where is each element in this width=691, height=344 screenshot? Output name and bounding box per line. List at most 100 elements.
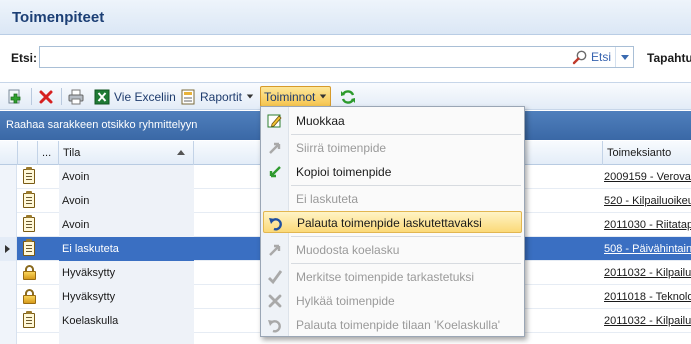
column-header-tila[interactable]: Tila	[59, 141, 194, 165]
menu-item-muodosta-koelasku[interactable]: Muodosta koelasku	[263, 239, 522, 261]
row-toimeksianto-link[interactable]: 2011032 - Kilpailuo	[603, 309, 691, 333]
group-by-hint: Raahaa sarakkeen otsikko ryhmittelyyn	[6, 119, 198, 131]
move-icon	[267, 140, 283, 156]
row-tila: Koelaskulla	[59, 309, 194, 333]
print-button[interactable]	[68, 86, 84, 107]
lock-icon	[23, 289, 36, 304]
column-header-toimeksianto[interactable]: Toimeksianto	[603, 141, 691, 165]
toolbar-separator	[31, 88, 32, 105]
menu-item-muokkaa[interactable]: Muokkaa	[263, 110, 522, 132]
clipboard-icon	[23, 215, 35, 232]
add-icon	[7, 89, 23, 105]
search-button[interactable]: Etsi	[572, 48, 611, 66]
row-toimeksianto-link[interactable]: 2011030 - Riitatap	[603, 213, 691, 237]
actions-menu-button[interactable]: Toiminnot	[260, 86, 332, 107]
edit-icon	[267, 113, 283, 129]
menu-item-label: Muodosta koelasku	[296, 243, 400, 257]
event-filter-label: Tapahtu	[647, 51, 691, 65]
row-indicator[interactable]	[0, 285, 17, 309]
clipboard-icon	[23, 167, 35, 184]
row-tila: Avoin	[59, 213, 194, 237]
header-icon-cell[interactable]	[18, 141, 38, 165]
menu-item-siirra-toimenpide[interactable]: Siirrä toimenpide	[263, 137, 522, 159]
menu-item-merkitse-tarkastetuksi[interactable]: Merkitse toimenpide tarkastetuksi	[263, 266, 522, 288]
search-button-label: Etsi	[590, 50, 611, 64]
row-toimeksianto-link[interactable]: 2011018 - Teknolo	[603, 285, 691, 309]
row-toimeksianto-link[interactable]: 508 - Päivähintain	[603, 237, 691, 261]
window-title: Toimenpiteet	[12, 9, 105, 26]
row-indicator[interactable]	[0, 237, 17, 261]
magnifier-icon	[572, 49, 588, 65]
row-indicator[interactable]	[0, 189, 17, 213]
checkmark-icon	[267, 269, 283, 285]
row-tila: Ei laskuteta	[59, 237, 194, 261]
row-status-icon-cell	[18, 285, 58, 309]
clipboard-icon	[23, 311, 35, 328]
header-indicator-cell	[0, 141, 18, 165]
row-status-icon-cell	[18, 309, 58, 333]
excel-icon	[94, 89, 110, 105]
menu-separator	[291, 263, 521, 264]
menu-item-label: Siirrä toimenpide	[296, 141, 387, 155]
toolbar-separator	[61, 88, 62, 105]
current-row-arrow-icon	[5, 245, 10, 253]
search-row: Etsi: Etsi Tapahtu	[0, 36, 691, 80]
actions-dropdown-menu: Muokkaa Siirrä toimenpide Kopioi toimenp…	[260, 106, 525, 337]
menu-item-label: Muokkaa	[296, 114, 345, 128]
chevron-down-icon	[320, 94, 327, 99]
menu-item-ei-laskuteta[interactable]: Ei laskuteta	[263, 188, 522, 210]
menu-item-kopioi-toimenpide[interactable]: Kopioi toimenpide	[263, 161, 522, 183]
menu-separator	[291, 134, 521, 135]
menu-item-palauta-laskutettavaksi[interactable]: Palauta toimenpide laskutettavaksi	[263, 211, 522, 233]
menu-item-label: Merkitse toimenpide tarkastetuksi	[296, 270, 475, 284]
menu-separator	[291, 185, 521, 186]
undo-icon	[267, 317, 283, 333]
lock-icon	[23, 265, 36, 280]
row-tila: Hyväksytty	[59, 261, 194, 285]
menu-item-label: Hylkää toimenpide	[296, 294, 395, 308]
sort-ascending-icon	[177, 150, 185, 155]
column-header-dots[interactable]: ...	[38, 141, 59, 165]
row-indicator[interactable]	[0, 309, 17, 333]
row-tila: Avoin	[59, 165, 194, 189]
clipboard-icon	[23, 239, 35, 256]
export-excel-button[interactable]: Vie Exceliin	[94, 86, 176, 107]
row-indicator[interactable]	[0, 213, 17, 237]
row-indicator[interactable]	[0, 333, 17, 344]
row-tila	[59, 333, 194, 344]
row-toimeksianto-link[interactable]: 2011032 - Kilpailuo	[603, 261, 691, 285]
row-status-icon-cell	[18, 237, 58, 261]
row-status-icon-cell	[18, 165, 58, 189]
search-options-dropdown[interactable]	[615, 47, 633, 67]
row-status-icon-cell	[18, 261, 58, 285]
copy-icon	[267, 164, 283, 180]
report-icon	[180, 89, 196, 105]
search-box[interactable]: Etsi	[39, 46, 634, 68]
row-status-icon-cell	[18, 213, 58, 237]
reports-label: Raportit	[200, 89, 243, 104]
row-indicator[interactable]	[0, 261, 17, 285]
actions-label: Toiminnot	[264, 89, 316, 104]
refresh-button[interactable]	[340, 86, 356, 107]
menu-item-label: Palauta toimenpide laskutettavaksi	[297, 216, 482, 230]
menu-item-palauta-koelaskulla[interactable]: Palauta toimenpide tilaan 'Koelaskulla'	[263, 314, 522, 336]
title-bar: Toimenpiteet	[0, 0, 691, 35]
menu-item-label: Palauta toimenpide tilaan 'Koelaskulla'	[296, 318, 501, 332]
draft-invoice-icon	[267, 242, 283, 258]
search-input[interactable]	[44, 49, 564, 65]
row-status-icon-cell	[18, 189, 58, 213]
row-toimeksianto-link[interactable]: 520 - Kilpailuoikeus	[603, 189, 691, 213]
column-header-tila-label: Tila	[63, 147, 81, 159]
printer-icon	[68, 89, 84, 105]
reports-menu-button[interactable]: Raportit	[180, 86, 254, 107]
search-label: Etsi:	[11, 51, 38, 65]
clipboard-icon	[23, 191, 35, 208]
row-indicator[interactable]	[0, 165, 17, 189]
delete-button[interactable]	[38, 86, 54, 107]
add-button[interactable]	[7, 86, 23, 107]
reject-icon	[267, 293, 283, 309]
row-tila: Hyväksytty	[59, 285, 194, 309]
row-toimeksianto-link[interactable]: 2009159 - Verovali	[603, 165, 691, 189]
menu-item-hylkaa-toimenpide[interactable]: Hylkää toimenpide	[263, 290, 522, 312]
chevron-down-icon	[620, 54, 629, 60]
